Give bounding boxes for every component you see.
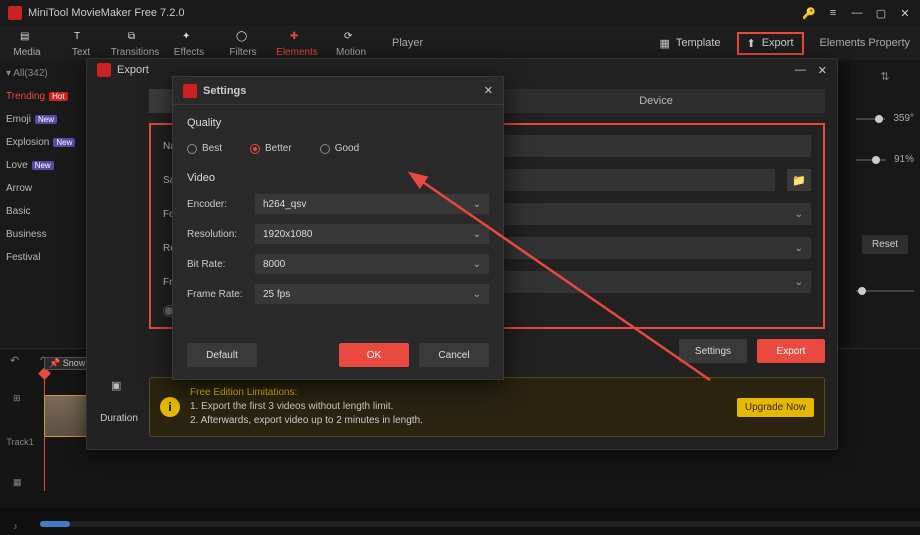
template-button[interactable]: ▦Template [659,37,720,50]
maximize-icon[interactable]: ▢ [874,6,888,20]
export-logo-icon [97,63,111,77]
template-icon: ▦ [659,37,669,50]
chevron-down-icon: ⌄ [795,209,803,220]
minimize-icon[interactable]: — [850,6,864,20]
opacity-value: 91% [894,154,914,165]
export-modal-title: Export [117,64,149,76]
upgrade-button[interactable]: Upgrade Now [737,398,814,417]
chevron-down-icon: ⌄ [473,289,481,300]
chevron-down-icon: ⌄ [473,259,481,270]
bitrate-select[interactable]: 8000⌄ [255,254,489,274]
bitrate-label: Bit Rate: [187,259,247,270]
rotate-value: 359° [893,113,914,124]
promo-title: Free Edition Limitations: [190,386,423,400]
sidebar-item-trending[interactable]: TrendingHot [6,91,82,102]
sidebar-item-explosion[interactable]: ExplosionNew [6,137,82,148]
duration-label: Duration [100,413,138,424]
license-key-icon[interactable]: 🔑 [802,6,816,20]
sidebar-item-basic[interactable]: Basic [6,206,82,217]
undo-icon[interactable]: ↶ [10,354,24,368]
browse-folder-button[interactable]: 📁 [787,169,811,191]
cancel-button[interactable]: Cancel [419,343,489,367]
close-icon[interactable]: ✕ [898,6,912,20]
encoder-label: Encoder: [187,199,247,210]
tool-media[interactable]: ▤Media [0,29,54,58]
export-icon: ⬆ [747,37,756,50]
promo-line2: 2. Afterwards, export video up to 2 minu… [190,414,423,428]
default-button[interactable]: Default [187,343,257,367]
sframerate-label: Frame Rate: [187,289,247,300]
settings-button[interactable]: Settings [679,339,747,363]
encoder-select[interactable]: h264_qsv⌄ [255,194,489,214]
radio-good[interactable]: Good [320,143,359,154]
sidebar-header[interactable]: ▾ All(342) [6,68,82,79]
tool-filters[interactable]: ◯Filters [216,29,270,58]
track-label: Track1 [6,437,33,447]
tool-transitions[interactable]: ⧉Transitions [108,29,162,58]
tool-effects[interactable]: ✦Effects [162,29,216,58]
quality-radios: Best Better Good [187,143,489,154]
menu-icon[interactable]: ≡ [826,6,840,20]
settings-title: Settings [203,85,246,97]
settings-titlebar: Settings ✕ [173,77,503,105]
tool-motion[interactable]: ⟳Motion [324,29,378,58]
promo-banner: i Free Edition Limitations: 1. Export th… [149,377,825,437]
sframerate-select[interactable]: 25 fps⌄ [255,284,489,304]
clip-label[interactable]: 📌 Snow [44,357,90,370]
properties-label: Elements Property [820,37,910,49]
reset-button[interactable]: Reset [862,235,908,254]
track-image-icon[interactable]: ▦ [13,477,27,491]
sidebar-item-arrow[interactable]: Arrow [6,183,82,194]
export-close-icon[interactable]: ✕ [818,64,827,77]
ok-button[interactable]: OK [339,343,409,367]
folder-icon: 📁 [792,174,806,187]
chevron-down-icon: ⌄ [795,243,803,254]
toolbar: ▤Media TText ⧉Transitions ✦Effects ◯Filt… [0,26,920,60]
adjust-icon[interactable]: ⇅ [880,70,889,83]
settings-modal: Settings ✕ Quality Best Better Good Vide… [172,76,504,380]
radio-best[interactable]: Best [187,143,222,154]
sidebar-item-business[interactable]: Business [6,229,82,240]
sidebar-item-emoji[interactable]: EmojiNew [6,114,82,125]
timeline-scrollbar[interactable] [40,521,920,527]
tool-elements[interactable]: ✚Elements [270,29,324,58]
device-icon[interactable]: ▣ [111,379,127,395]
settings-logo-icon [183,84,197,98]
chevron-down-icon: ⌄ [473,199,481,210]
video-section: Video [187,172,489,184]
sidebar-item-love[interactable]: LoveNew [6,160,82,171]
export-minimize-icon[interactable]: — [795,64,806,77]
player-label: Player [378,37,437,49]
app-title: MiniTool MovieMaker Free 7.2.0 [28,7,185,19]
radio-better[interactable]: Better [250,143,292,154]
sresolution-label: Resolution: [187,229,247,240]
sresolution-select[interactable]: 1920x1080⌄ [255,224,489,244]
settings-close-icon[interactable]: ✕ [484,84,493,97]
app-logo [8,6,22,20]
opacity-slider[interactable]: 91% [856,154,914,165]
quality-section: Quality [187,117,489,129]
track-audio-icon[interactable]: ♪ [13,521,27,535]
promo-line1: 1. Export the first 3 videos without len… [190,400,423,414]
tab-device[interactable]: Device [487,89,825,113]
extra-slider[interactable] [856,290,914,292]
export-button[interactable]: Export [757,339,825,363]
chevron-down-icon: ⌄ [473,229,481,240]
info-icon: i [160,397,180,417]
add-track-icon[interactable]: ⊞ [13,393,27,407]
titlebar: MiniTool MovieMaker Free 7.2.0 🔑 ≡ — ▢ ✕ [0,0,920,26]
rotate-slider[interactable]: 359° [856,113,914,124]
tool-text[interactable]: TText [54,29,108,58]
sidebar-item-festival[interactable]: Festival [6,252,82,263]
chevron-down-icon: ⌄ [795,277,803,288]
export-toolbar-button[interactable]: ⬆Export [737,32,804,55]
